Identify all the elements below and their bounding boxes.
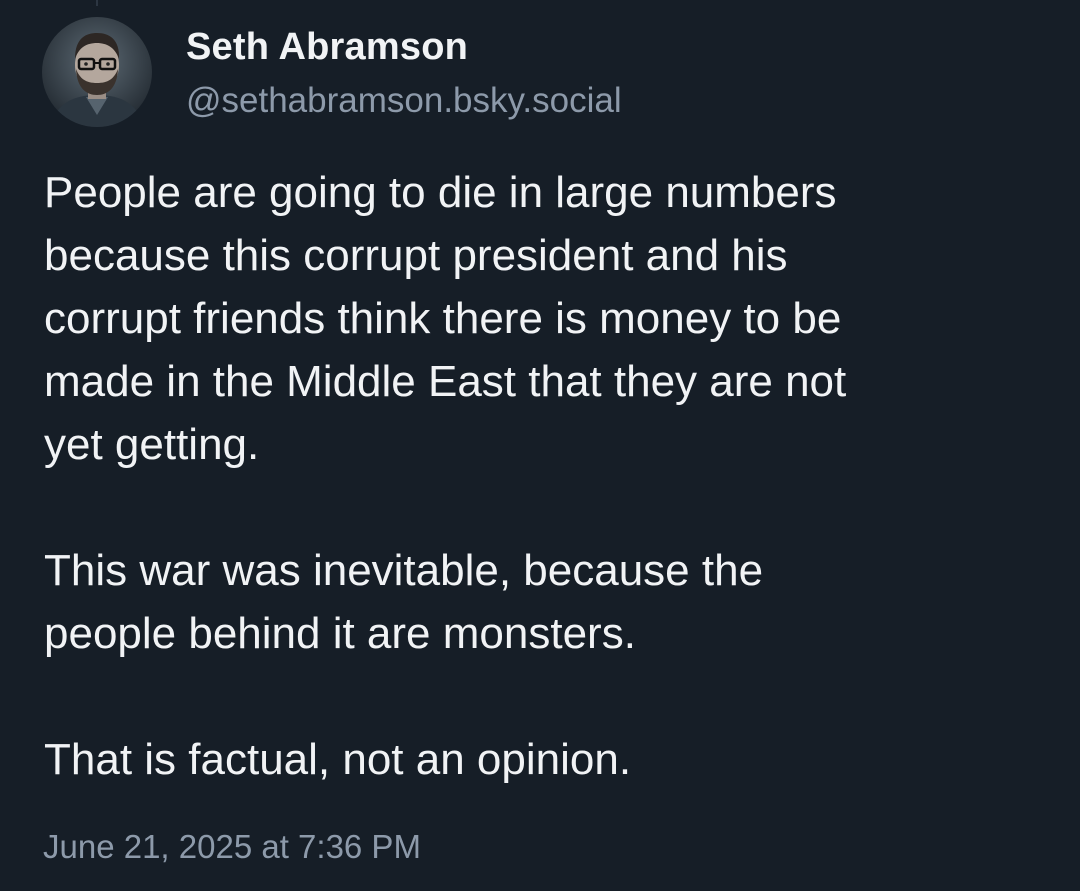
post-timestamp[interactable]: June 21, 2025 at 7:36 PM [43,826,421,868]
post-line: People are going to die in large numbers [44,168,837,217]
post-line: This war was inevitable, because the [44,546,764,595]
post-line: people behind it are monsters. [44,609,636,658]
post-card: Seth Abramson @sethabramson.bsky.social … [0,0,1080,891]
post-text: People are going to die in large numbers… [44,161,1054,791]
post-line: yet getting. [44,420,260,469]
author-handle[interactable]: @sethabramson.bsky.social [186,80,622,122]
post-paragraph: This war was inevitable, because the peo… [44,539,1054,665]
thread-connector-line [96,0,98,6]
profile-photo-icon [42,17,152,127]
post-line: because this corrupt president and his [44,231,788,280]
post-line: made in the Middle East that they are no… [44,357,847,406]
post-line: That is factual, not an opinion. [44,735,632,784]
author-avatar[interactable] [42,17,152,127]
post-line: corrupt friends think there is money to … [44,294,842,343]
post-paragraph: People are going to die in large numbers… [44,161,1054,476]
author-display-name[interactable]: Seth Abramson [186,24,468,70]
post-paragraph: That is factual, not an opinion. [44,728,1054,791]
